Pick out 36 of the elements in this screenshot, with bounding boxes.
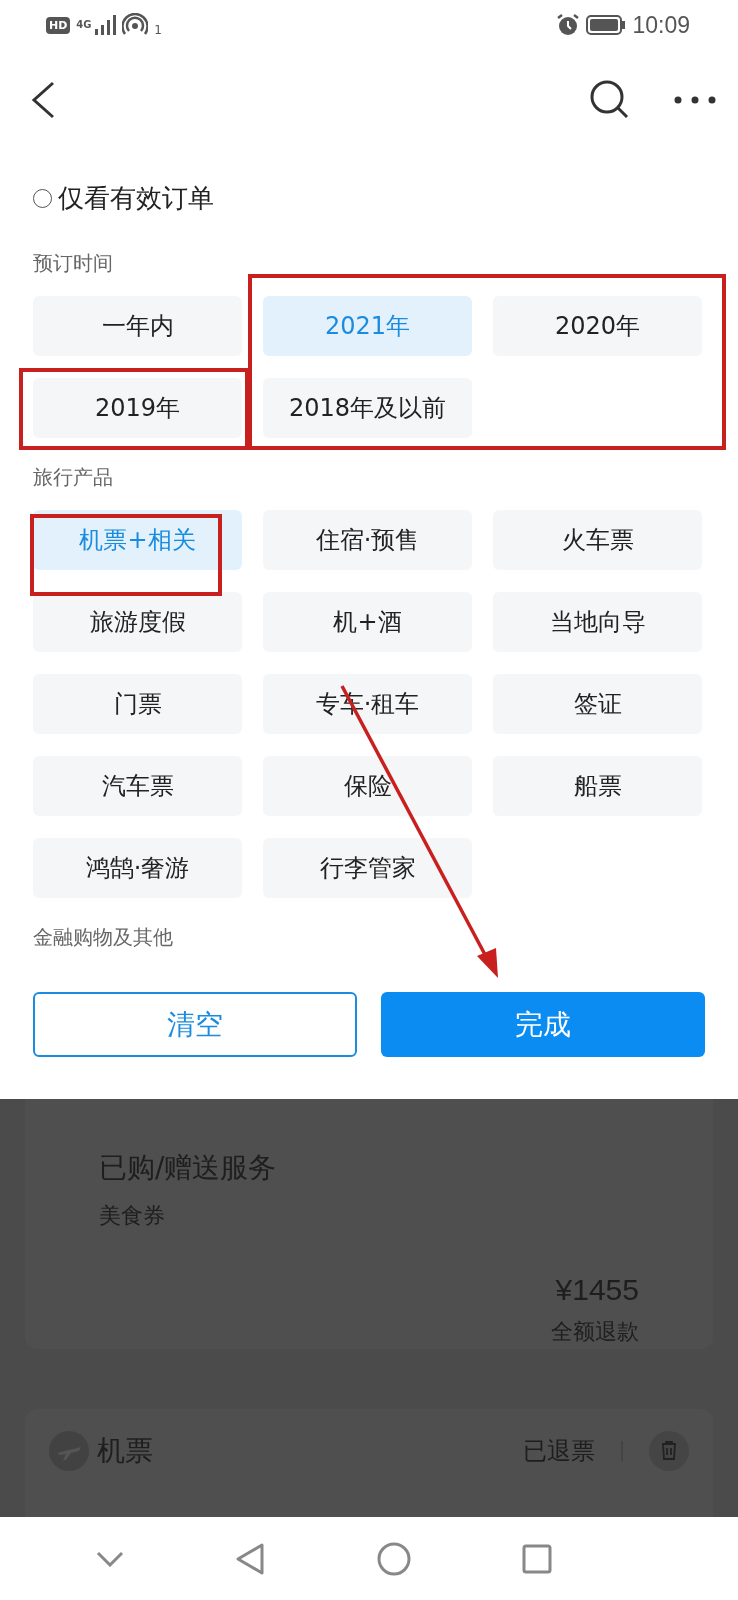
section-title: 金融购物及其他 xyxy=(33,924,173,950)
battery-icon xyxy=(586,15,627,35)
filter-chip[interactable]: 2018年及以前 xyxy=(263,378,472,438)
hotspot-count: 1 xyxy=(154,23,162,37)
signal-icon xyxy=(94,15,117,35)
recents-icon[interactable] xyxy=(522,1543,553,1574)
filter-chip[interactable]: 2019年 xyxy=(33,378,242,438)
filter-chip[interactable]: 住宿·预售 xyxy=(263,510,472,570)
trash-icon[interactable] xyxy=(649,1431,689,1471)
network-label: 4G xyxy=(76,20,89,30)
clock-time: 10:09 xyxy=(632,11,690,39)
home-icon[interactable] xyxy=(376,1541,411,1576)
filter-chip[interactable]: 2020年 xyxy=(493,296,702,356)
filter-chip[interactable]: 旅游度假 xyxy=(33,592,242,652)
clear-button[interactable]: 清空 xyxy=(33,992,357,1057)
back-icon[interactable] xyxy=(31,81,55,119)
filter-chip[interactable]: 一年内 xyxy=(33,296,242,356)
radio-label: 仅看有效订单 xyxy=(58,181,214,215)
filter-chip[interactable]: 门票 xyxy=(33,674,242,734)
filter-chip[interactable]: 船票 xyxy=(493,756,702,816)
filter-chip[interactable]: 火车票 xyxy=(493,510,702,570)
filter-chip[interactable]: 行李管家 xyxy=(263,838,472,898)
filter-chip[interactable]: 保险 xyxy=(263,756,472,816)
filter-chip[interactable]: 签证 xyxy=(493,674,702,734)
filter-chip[interactable]: 当地向导 xyxy=(493,592,702,652)
filter-chip[interactable]: 汽车票 xyxy=(33,756,242,816)
section-title: 预订时间 xyxy=(33,250,113,276)
hotspot-icon xyxy=(122,13,149,37)
search-icon[interactable] xyxy=(590,80,630,120)
filter-chip[interactable]: 机+酒 xyxy=(263,592,472,652)
collapse-icon[interactable] xyxy=(95,1550,124,1567)
filter-chip[interactable]: 鸿鹄·奢游 xyxy=(33,838,242,898)
hd-badge: HD xyxy=(46,16,71,34)
section-title: 旅行产品 xyxy=(33,464,113,490)
alarm-icon xyxy=(556,13,581,37)
more-icon[interactable] xyxy=(674,96,716,104)
